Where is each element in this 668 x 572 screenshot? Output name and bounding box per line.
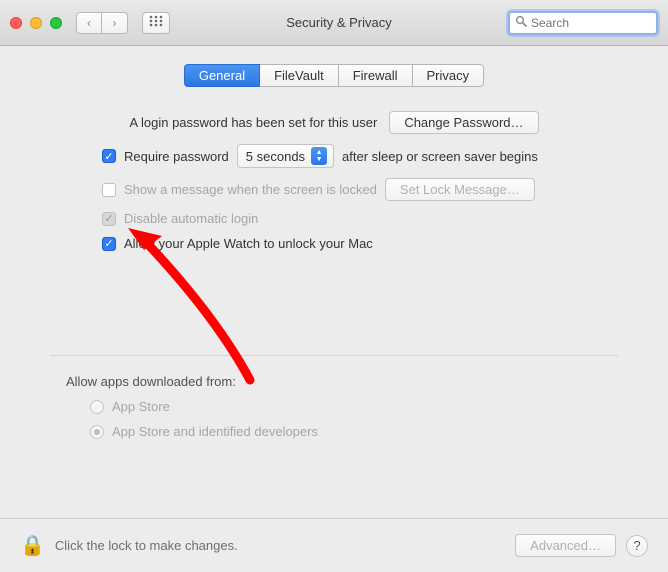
disable-auto-login-label: Disable automatic login [124, 211, 258, 226]
window-title: Security & Privacy [178, 15, 500, 30]
require-password-checkbox[interactable]: ✓ [102, 149, 116, 163]
apple-watch-unlock-label: Allow your Apple Watch to unlock your Ma… [124, 236, 373, 251]
general-panel: A login password has been set for this u… [20, 111, 648, 439]
disable-auto-login-checkbox: ✓ [102, 212, 116, 226]
titlebar: ‹ › Security & Privacy [0, 0, 668, 46]
show-message-checkbox [102, 183, 116, 197]
zoom-window-button[interactable] [50, 17, 62, 29]
lock-text: Click the lock to make changes. [55, 538, 505, 553]
radio-app-store-label: App Store [112, 399, 170, 414]
grid-icon [149, 15, 163, 30]
login-password-label: A login password has been set for this u… [129, 115, 377, 130]
require-password-delay-select[interactable]: 5 seconds ▲▼ [237, 144, 334, 168]
lock-icon[interactable]: 🔒 [20, 533, 45, 558]
tab-firewall[interactable]: Firewall [339, 64, 413, 87]
search-input[interactable] [531, 16, 668, 30]
footer: 🔒 Click the lock to make changes. Advanc… [0, 518, 668, 572]
apple-watch-unlock-checkbox[interactable]: ✓ [102, 237, 116, 251]
window-controls [10, 17, 62, 29]
advanced-button[interactable]: Advanced… [515, 534, 616, 557]
help-button[interactable]: ? [626, 535, 648, 557]
tab-privacy[interactable]: Privacy [413, 64, 485, 87]
radio-app-store-identified-label: App Store and identified developers [112, 424, 318, 439]
search-icon [515, 15, 527, 30]
show-all-button[interactable] [142, 12, 170, 34]
search-field-wrapper[interactable] [508, 11, 658, 35]
change-password-button[interactable]: Change Password… [389, 111, 538, 134]
checkmark-icon: ✓ [104, 237, 113, 250]
tab-general[interactable]: General [184, 64, 260, 87]
stepper-arrows-icon: ▲▼ [311, 147, 327, 165]
divider [50, 355, 618, 356]
radio-app-store [90, 400, 104, 414]
set-lock-message-button: Set Lock Message… [385, 178, 535, 201]
back-button[interactable]: ‹ [76, 12, 102, 34]
close-window-button[interactable] [10, 17, 22, 29]
checkmark-icon: ✓ [104, 212, 113, 225]
minimize-window-button[interactable] [30, 17, 42, 29]
tab-filevault[interactable]: FileVault [260, 64, 339, 87]
chevron-right-icon: › [113, 16, 117, 30]
require-password-delay-value: 5 seconds [246, 149, 305, 164]
tab-bar: General FileVault Firewall Privacy [20, 64, 648, 87]
help-icon: ? [633, 538, 640, 553]
radio-app-store-identified [90, 425, 104, 439]
show-message-label: Show a message when the screen is locked [124, 182, 377, 197]
after-sleep-label: after sleep or screen saver begins [342, 149, 538, 164]
forward-button[interactable]: › [102, 12, 128, 34]
chevron-left-icon: ‹ [87, 16, 91, 30]
nav-buttons: ‹ › [76, 12, 128, 34]
content-area: General FileVault Firewall Privacy A log… [0, 46, 668, 439]
checkmark-icon: ✓ [104, 150, 113, 163]
allow-apps-label: Allow apps downloaded from: [66, 374, 236, 389]
require-password-label: Require password [124, 149, 229, 164]
